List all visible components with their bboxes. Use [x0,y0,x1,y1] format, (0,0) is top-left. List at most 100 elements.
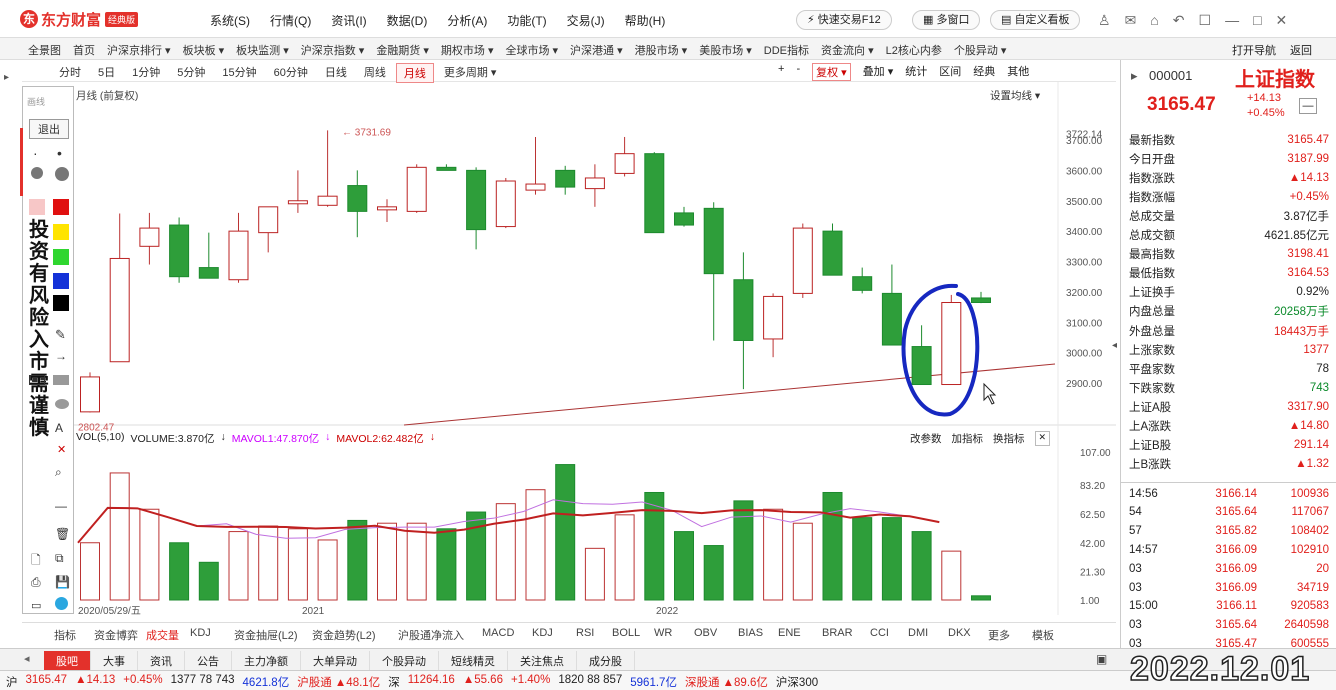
indicator-tab-11[interactable]: WR [654,627,694,643]
swatch-green[interactable] [53,249,69,265]
candle-body[interactable] [258,206,279,234]
candle-body[interactable] [941,302,962,386]
info-tab-3[interactable]: 公告 [185,651,232,671]
volume-bar[interactable] [971,595,991,601]
volume-bar[interactable] [881,517,902,601]
indicator-tab-17[interactable]: DMI [908,627,948,643]
volume-bar[interactable] [584,547,605,601]
indicator-tab-6[interactable]: 沪股通净流入 [398,627,482,643]
add-indicator-button[interactable]: 加指标 [952,431,984,446]
candle-body[interactable] [525,183,546,191]
globe-icon[interactable] [55,597,68,610]
candle-body[interactable] [733,279,754,341]
candle-body[interactable] [852,276,873,291]
volume-bar[interactable] [555,464,576,601]
rect-icon[interactable] [29,375,45,385]
indicator-tab-10[interactable]: BOLL [612,627,654,643]
volume-bar[interactable] [377,522,397,601]
candle-body[interactable] [139,227,160,247]
candle-body[interactable] [109,257,130,363]
candle-body[interactable] [584,177,605,190]
volume-bar[interactable] [169,542,190,601]
candle-body[interactable] [80,376,100,413]
indicator-tab-5[interactable]: 资金趋势(L2) [312,627,398,643]
print-icon[interactable]: ⎙ [31,575,41,590]
volume-bar[interactable] [763,508,784,601]
candle-body[interactable] [971,297,991,304]
volume-bar[interactable] [674,531,694,601]
info-tab-9[interactable]: 成分股 [577,651,635,671]
dot-medium-icon[interactable]: • [57,145,62,161]
tab-layout-icon[interactable]: ▣ [1096,652,1107,666]
candle-body[interactable] [614,153,635,174]
info-tab-1[interactable]: 大事 [91,651,138,671]
indicator-tab-4[interactable]: 资金抽屉(L2) [234,627,312,643]
candle-body[interactable] [881,292,902,346]
candle-body[interactable] [317,195,338,206]
pen-icon[interactable]: ✎ [55,327,66,343]
exit-button[interactable]: 退出 [29,119,69,139]
dot-xlarge-icon[interactable] [55,167,69,181]
indicator-tab-14[interactable]: ENE [778,627,822,643]
indicator-tab-16[interactable]: CCI [870,627,908,643]
info-tab-7[interactable]: 短线精灵 [439,651,508,671]
volume-bar[interactable] [852,517,873,601]
volume-bar[interactable] [644,491,665,601]
candle-body[interactable] [347,185,368,212]
indicator-tab-13[interactable]: BIAS [738,627,778,643]
candle-body[interactable] [822,230,843,276]
edit-param-button[interactable]: 改参数 [910,431,942,446]
trash-icon[interactable]: 🗑 [55,527,70,541]
volume-bar[interactable] [80,542,100,601]
info-tab-0[interactable]: 股吧 [44,651,91,671]
indicator-tab-12[interactable]: OBV [694,627,738,643]
panel-arrow-icon[interactable]: ▸ [1131,68,1138,84]
candle-body[interactable] [287,200,308,205]
info-tab-5[interactable]: 大单异动 [301,651,370,671]
candle-body[interactable] [377,206,397,211]
switch-indicator-button[interactable]: 换指标 [993,431,1025,446]
volume-bar[interactable] [495,503,516,601]
volume-bar[interactable] [941,550,962,601]
text-icon[interactable]: A [55,421,63,435]
candle-body[interactable] [198,267,219,279]
swatch-red[interactable] [53,199,69,215]
indicator-tab-3[interactable]: KDJ [190,627,234,643]
indicator-tab-1[interactable]: 资金博弈 [94,627,146,643]
arrow-line-icon[interactable]: → [55,349,67,363]
volume-bar[interactable] [792,522,813,601]
volume-bar[interactable] [109,472,130,601]
candle-body[interactable] [911,346,932,386]
indicator-tab-18[interactable]: DKX [948,627,988,643]
swatch-yellow[interactable] [53,224,69,240]
ma-setting-button[interactable]: 设置均线 ▾ [990,88,1040,103]
copy-icon[interactable]: ⧉ [55,551,64,566]
volume-bar[interactable] [228,531,249,601]
swatch-blue[interactable] [53,273,69,289]
zoom-icon[interactable]: ⌕ [55,465,62,480]
indicator-tab-15[interactable]: BRAR [822,627,870,643]
info-tab-8[interactable]: 关注焦点 [508,651,577,671]
indicator-tab-0[interactable]: 指标 [54,627,94,643]
indicator-tab-7[interactable]: MACD [482,627,532,643]
new-file-icon[interactable]: 🗋 [31,551,41,572]
rect-fill-icon[interactable] [53,375,69,385]
info-tab-2[interactable]: 资讯 [138,651,185,671]
volume-bar[interactable] [911,531,932,601]
volume-bar[interactable] [436,528,457,601]
candle-body[interactable] [495,180,516,228]
candle-body[interactable] [555,169,576,188]
volume-bar[interactable] [703,545,724,601]
close-panel-icon[interactable]: ✕ [1034,431,1051,446]
volume-bar[interactable] [822,491,843,601]
dot-small-icon[interactable]: · [33,145,38,161]
candle-body[interactable] [763,295,784,340]
screen-icon[interactable]: ▭ [31,599,41,612]
swatch-black[interactable] [53,295,69,311]
candle-body[interactable] [703,207,724,275]
indicator-tab-19[interactable]: 更多 [988,627,1032,643]
collapse-panel-button[interactable]: — [1299,98,1317,114]
volume-bar[interactable] [198,561,219,601]
volume-bar[interactable] [317,539,338,601]
volume-bar[interactable] [287,528,308,601]
